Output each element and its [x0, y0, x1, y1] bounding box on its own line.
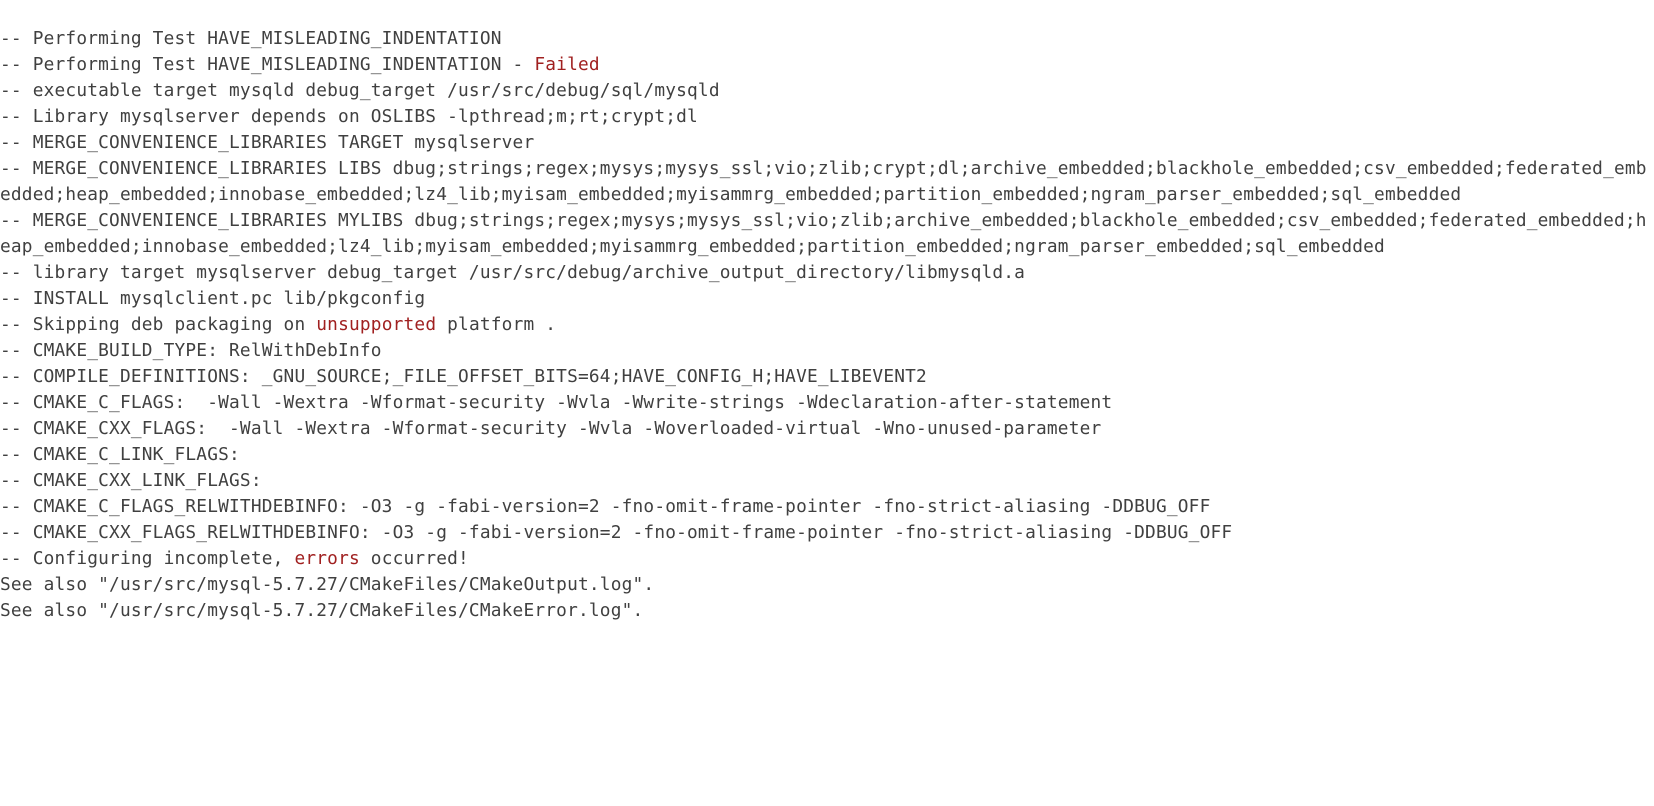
log-line: -- CMAKE_CXX_FLAGS: -Wall -Wextra -Wform… [0, 418, 1101, 439]
log-line: -- library target mysqlserver debug_targ… [0, 262, 1025, 283]
log-line: -- MERGE_CONVENIENCE_LIBRARIES TARGET my… [0, 132, 534, 153]
log-line: -- CMAKE_C_FLAGS: -Wall -Wextra -Wformat… [0, 392, 1112, 413]
terminal-output: -- Performing Test HAVE_MISLEADING_INDEN… [0, 26, 1654, 624]
log-line: -- Library mysqlserver depends on OSLIBS… [0, 106, 698, 127]
log-line: -- INSTALL mysqlclient.pc lib/pkgconfig [0, 288, 425, 309]
log-line: -- Performing Test HAVE_MISLEADING_INDEN… [0, 54, 534, 75]
log-line: -- Skipping deb packaging on [0, 314, 316, 335]
log-line: -- Performing Test HAVE_MISLEADING_INDEN… [0, 28, 502, 49]
log-line: -- CMAKE_C_LINK_FLAGS: [0, 444, 240, 465]
status-unsupported: unsupported [316, 314, 436, 335]
log-line: -- CMAKE_BUILD_TYPE: RelWithDebInfo [0, 340, 382, 361]
log-line: -- executable target mysqld debug_target… [0, 80, 720, 101]
log-line: -- MERGE_CONVENIENCE_LIBRARIES LIBS dbug… [0, 158, 1647, 205]
log-line: -- MERGE_CONVENIENCE_LIBRARIES MYLIBS db… [0, 210, 1647, 257]
log-line: occurred! [360, 548, 469, 569]
log-line: See also "/usr/src/mysql-5.7.27/CMakeFil… [0, 574, 654, 595]
log-line: -- CMAKE_CXX_FLAGS_RELWITHDEBINFO: -O3 -… [0, 522, 1232, 543]
log-line: See also "/usr/src/mysql-5.7.27/CMakeFil… [0, 600, 643, 621]
status-errors: errors [294, 548, 359, 569]
log-line: -- CMAKE_CXX_LINK_FLAGS: [0, 470, 262, 491]
log-line: -- COMPILE_DEFINITIONS: _GNU_SOURCE;_FIL… [0, 366, 927, 387]
log-line: -- Configuring incomplete, [0, 548, 294, 569]
log-line: platform . [436, 314, 556, 335]
log-line: -- CMAKE_C_FLAGS_RELWITHDEBINFO: -O3 -g … [0, 496, 1210, 517]
status-failed: Failed [534, 54, 599, 75]
